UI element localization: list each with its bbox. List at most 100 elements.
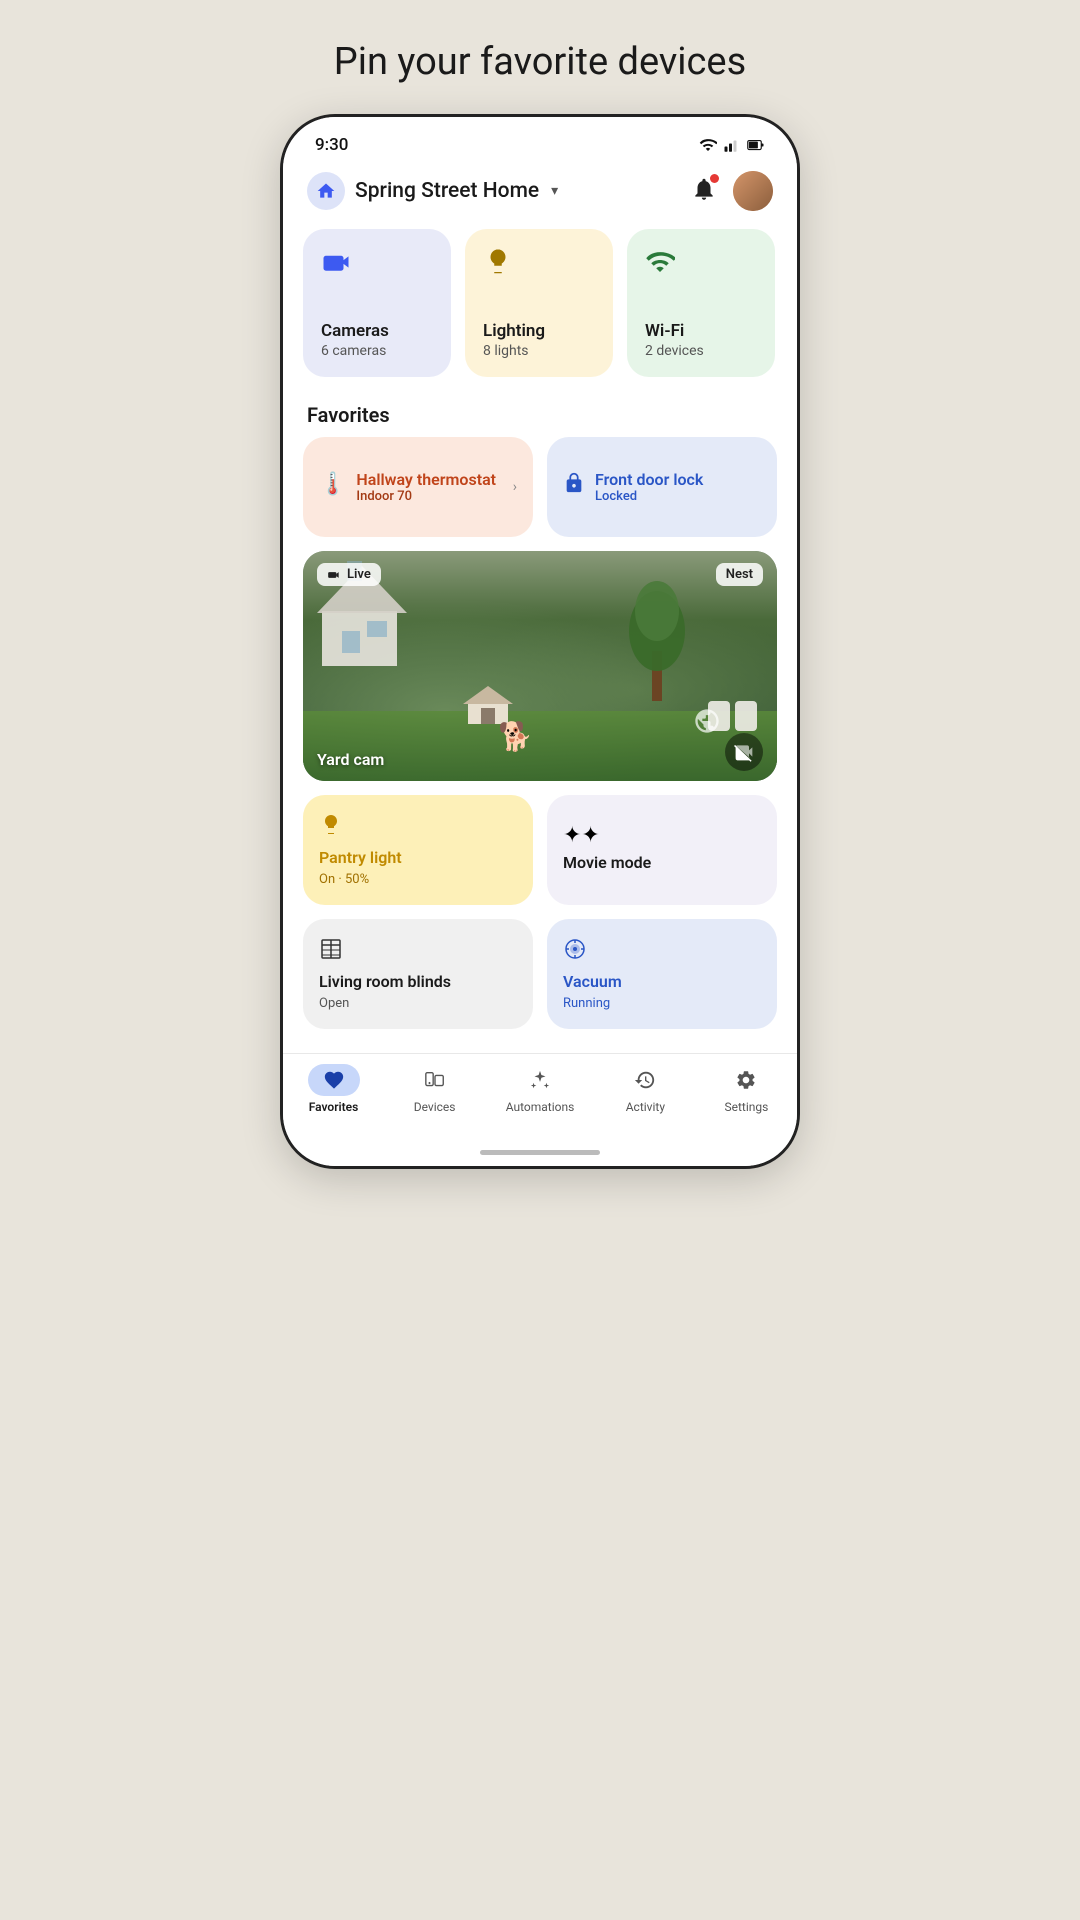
- live-badge: Live: [317, 563, 381, 586]
- page-title: Pin your favorite devices: [334, 40, 746, 84]
- sparkle-icon: ✦✦: [563, 823, 761, 848]
- fav-card-lock[interactable]: Front door lock Locked: [547, 437, 777, 537]
- blinds-status: Open: [319, 996, 517, 1011]
- devices-nav-icon-wrap: [409, 1064, 461, 1096]
- thermostat-info: Hallway thermostat Indoor 70: [356, 470, 496, 504]
- header-right: [691, 171, 773, 211]
- nav-item-devices[interactable]: Devices: [405, 1064, 465, 1114]
- pantry-light-icon: [319, 813, 517, 843]
- wifi-text: Wi-Fi 2 devices: [645, 321, 757, 359]
- pantry-status: On · 50%: [319, 872, 517, 887]
- wifi-label: Wi-Fi: [645, 321, 757, 341]
- globe-icon: [693, 707, 721, 739]
- nav-item-automations[interactable]: Automations: [506, 1064, 575, 1114]
- favorites-section-label: Favorites: [283, 393, 797, 437]
- camera-name-label: Yard cam: [317, 750, 384, 769]
- camera-mute-button[interactable]: [725, 733, 763, 771]
- status-icons: [699, 136, 765, 154]
- scroll-content: Cameras 6 cameras Lighting 8 lights: [283, 225, 797, 1053]
- lighting-icon: [483, 247, 595, 281]
- status-time: 9:30: [315, 135, 348, 155]
- cameras-count: 6 cameras: [321, 343, 433, 359]
- nav-item-settings[interactable]: Settings: [716, 1064, 776, 1114]
- pet-figure: 🐕: [498, 720, 533, 753]
- bottom-nav: Favorites Devices Automations: [283, 1053, 797, 1138]
- thermometer-icon: 🌡️: [319, 472, 346, 497]
- home-chevron-icon: ▾: [551, 183, 558, 199]
- nav-item-activity[interactable]: Activity: [615, 1064, 675, 1114]
- cameras-icon: [321, 247, 433, 281]
- automations-nav-label: Automations: [506, 1100, 575, 1114]
- thermostat-chevron-icon: ›: [513, 479, 517, 495]
- lighting-count: 8 lights: [483, 343, 595, 359]
- camera-feed[interactable]: 🐕: [303, 551, 777, 781]
- notification-dot: [710, 174, 719, 183]
- lock-status: Locked: [595, 489, 703, 504]
- thermostat-name: Hallway thermostat: [356, 470, 496, 489]
- tree: [627, 561, 687, 701]
- robot-icon: [563, 937, 587, 961]
- lock-info: Front door lock Locked: [595, 470, 703, 504]
- activity-clock-icon: [634, 1069, 656, 1091]
- fav-card-pantry[interactable]: Pantry light On · 50%: [303, 795, 533, 905]
- app-header: Spring Street Home ▾: [283, 163, 797, 225]
- lamp-icon: [483, 247, 513, 277]
- blinds-icon: [319, 937, 517, 967]
- nav-item-favorites[interactable]: Favorites: [304, 1064, 364, 1114]
- settings-nav-icon-wrap: [720, 1064, 772, 1096]
- pantry-name: Pantry light: [319, 848, 517, 867]
- camera-feed-visual: 🐕: [303, 551, 777, 781]
- favorites-nav-label: Favorites: [309, 1100, 359, 1114]
- bottom-spacer: [283, 1043, 797, 1053]
- lighting-text: Lighting 8 lights: [483, 321, 595, 359]
- wifi-icon: [645, 247, 675, 277]
- category-card-cameras[interactable]: Cameras 6 cameras: [303, 229, 451, 377]
- lock-svg: [563, 472, 585, 494]
- fav-card-vacuum[interactable]: Vacuum Running: [547, 919, 777, 1029]
- settings-nav-label: Settings: [725, 1100, 769, 1114]
- devices-nav-label: Devices: [414, 1100, 456, 1114]
- fav-card-blinds[interactable]: Living room blinds Open: [303, 919, 533, 1029]
- wifi-icon-wrap: [645, 247, 757, 281]
- house-icon: [316, 181, 336, 201]
- user-avatar[interactable]: [733, 171, 773, 211]
- status-bar: 9:30: [283, 117, 797, 163]
- lock-name: Front door lock: [595, 470, 703, 489]
- nest-badge: Nest: [716, 563, 763, 586]
- window-icon: [319, 937, 343, 961]
- wifi-status-icon: [699, 136, 717, 154]
- automations-nav-icon-wrap: [514, 1064, 566, 1096]
- wifi-count: 2 devices: [645, 343, 757, 359]
- notification-bell-button[interactable]: [691, 176, 717, 206]
- home-name: Spring Street Home: [355, 179, 539, 203]
- category-cards-row: Cameras 6 cameras Lighting 8 lights: [283, 225, 797, 393]
- movie-name: Movie mode: [563, 853, 761, 872]
- favorites-heart-icon: [323, 1069, 345, 1091]
- home-selector[interactable]: Spring Street Home ▾: [307, 172, 558, 210]
- blinds-name: Living room blinds: [319, 972, 517, 991]
- vacuum-status: Running: [563, 996, 761, 1011]
- camera-icon: [321, 247, 351, 277]
- activity-nav-icon-wrap: [619, 1064, 671, 1096]
- home-icon: [307, 172, 345, 210]
- lock-row: Front door lock Locked: [563, 470, 761, 504]
- automations-sparkle-icon: [529, 1069, 551, 1091]
- devices-icon: [424, 1069, 446, 1091]
- category-card-wifi[interactable]: Wi-Fi 2 devices: [627, 229, 775, 377]
- activity-nav-label: Activity: [626, 1100, 665, 1114]
- fav-card-thermostat[interactable]: 🌡️ Hallway thermostat Indoor 70 ›: [303, 437, 533, 537]
- vacuum-icon: [563, 937, 761, 967]
- fav-card-movie[interactable]: ✦✦ Movie mode: [547, 795, 777, 905]
- category-card-lighting[interactable]: Lighting 8 lights: [465, 229, 613, 377]
- lighting-label: Lighting: [483, 321, 595, 341]
- thermostat-status: Indoor 70: [356, 489, 496, 504]
- thermostat-row: 🌡️ Hallway thermostat Indoor 70 ›: [319, 470, 517, 504]
- vacuum-name: Vacuum: [563, 972, 761, 991]
- signal-status-icon: [723, 136, 741, 154]
- live-badge-text: Live: [347, 567, 371, 582]
- no-video-icon: [734, 742, 754, 762]
- avatar-image: [733, 171, 773, 211]
- cameras-text: Cameras 6 cameras: [321, 321, 433, 359]
- favorites-nav-icon-wrap: [308, 1064, 360, 1096]
- battery-status-icon: [747, 136, 765, 154]
